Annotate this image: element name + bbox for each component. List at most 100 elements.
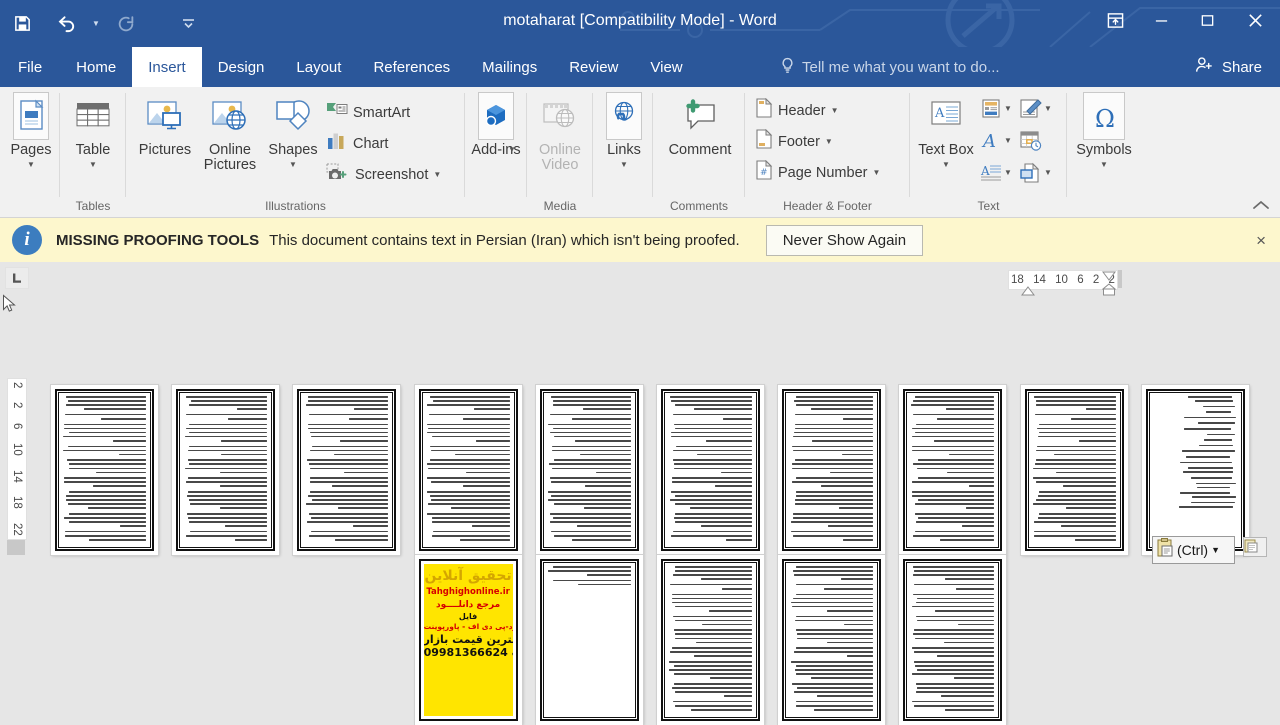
shapes-button[interactable]: Shapes ▼ (263, 93, 323, 170)
drop-cap-dropdown-icon[interactable]: ▼ (1004, 168, 1012, 177)
footer-dropdown-icon[interactable]: ▼ (825, 137, 833, 146)
page-number-dropdown-icon[interactable]: ▼ (872, 168, 880, 177)
table-button[interactable]: Table ▼ (62, 93, 124, 170)
tab-stop-left-icon[interactable] (5, 267, 29, 289)
document-page[interactable] (899, 385, 1007, 555)
document-page[interactable] (778, 555, 886, 725)
tab-home[interactable]: Home (60, 47, 132, 87)
object-dropdown-icon[interactable]: ▼ (1044, 168, 1052, 177)
redo-icon[interactable] (104, 7, 148, 41)
text-line (187, 512, 268, 515)
restore-icon[interactable] (1184, 0, 1230, 40)
undo-icon[interactable] (44, 7, 88, 41)
pages-button[interactable]: Pages ▼ (0, 92, 62, 170)
document-page[interactable] (1141, 385, 1249, 555)
paragraph (1154, 433, 1237, 436)
quick-parts-dropdown-icon[interactable]: ▼ (1004, 104, 1012, 113)
tab-review[interactable]: Review (553, 47, 634, 87)
paragraph (1033, 512, 1116, 527)
chevron-down-icon[interactable]: ▼ (1211, 545, 1220, 555)
customize-qat-icon[interactable] (180, 7, 196, 41)
addins-button[interactable]: Add-ins ▼ (465, 92, 527, 158)
screenshot-button[interactable]: Screenshot ▼ (326, 161, 441, 188)
smartart-button[interactable]: SmartArt (326, 99, 410, 126)
text-line (844, 623, 874, 626)
text-line (913, 660, 995, 663)
document-page[interactable] (778, 385, 886, 555)
ribbon-group-illustrations: Pictures Online Pictures Shapes ▼ SmartA… (126, 87, 465, 217)
header-button[interactable]: Header ▼ (755, 97, 838, 124)
wordart-button[interactable]: A (978, 128, 1004, 154)
chart-button[interactable]: Chart (326, 130, 388, 157)
table-dropdown-icon[interactable]: ▼ (89, 160, 97, 170)
addins-icon (478, 92, 514, 140)
share-label: Share (1221, 58, 1262, 76)
document-page[interactable] (535, 555, 643, 725)
text-line (427, 512, 510, 515)
signature-line-dropdown-icon[interactable]: ▼ (1044, 104, 1052, 113)
minimize-icon[interactable] (1138, 0, 1184, 40)
tab-file[interactable]: File (0, 47, 60, 87)
document-page[interactable] (172, 385, 280, 555)
never-show-again-button[interactable]: Never Show Again (765, 224, 924, 256)
document-page[interactable] (51, 385, 158, 555)
symbols-dropdown-icon[interactable]: ▼ (1100, 160, 1108, 170)
quick-parts-button[interactable] (978, 96, 1004, 122)
close-icon[interactable] (1230, 0, 1280, 40)
addins-dropdown-icon[interactable]: ▼ (508, 145, 516, 155)
document-page[interactable] (657, 385, 764, 555)
document-page[interactable] (293, 385, 401, 555)
page-number-button[interactable]: # Page Number ▼ (755, 159, 880, 186)
tab-view[interactable]: View (634, 47, 698, 87)
text-line (675, 521, 752, 523)
tab-references[interactable]: References (357, 47, 466, 87)
links-button[interactable]: Links ▼ (593, 92, 655, 170)
comment-button[interactable]: Comment (667, 93, 733, 158)
document-page[interactable] (535, 385, 643, 555)
text-box-dropdown-icon[interactable]: ▼ (942, 160, 950, 170)
online-pictures-button[interactable]: Online Pictures (196, 93, 264, 173)
vertical-ruler[interactable]: 2 2 6 10 14 18 22 (7, 378, 27, 540)
text-line (702, 623, 752, 626)
text-line (352, 525, 389, 527)
footer-button[interactable]: Footer ▼ (755, 128, 833, 155)
text-line (69, 463, 146, 465)
tab-layout[interactable]: Layout (280, 47, 357, 87)
document-page[interactable] (899, 555, 1007, 725)
drop-cap-button[interactable]: A (978, 160, 1004, 186)
links-dropdown-icon[interactable]: ▼ (620, 160, 628, 170)
share-button[interactable]: Share (1187, 47, 1270, 87)
tab-mailings[interactable]: Mailings (466, 47, 553, 87)
pages-dropdown-icon[interactable]: ▼ (27, 160, 35, 170)
document-page[interactable]: تحقیق آنلاین Tahghighonline.ir مرجع دانلــ… (414, 555, 522, 725)
document-page[interactable] (1020, 385, 1128, 555)
text-line (69, 512, 146, 515)
text-line (185, 396, 268, 398)
tab-design[interactable]: Design (202, 47, 281, 87)
tab-insert[interactable]: Insert (132, 47, 202, 87)
document-page[interactable] (657, 555, 764, 725)
text-line (474, 408, 510, 410)
close-icon[interactable]: × (1256, 231, 1266, 251)
first-line-indent-marker[interactable] (1021, 283, 1035, 301)
symbols-button[interactable]: Ω Symbols ▼ (1071, 92, 1137, 170)
undo-dropdown-icon[interactable]: ▼ (88, 7, 104, 41)
object-button[interactable] (1018, 160, 1044, 186)
collapse-ribbon-button[interactable] (1252, 199, 1270, 214)
paste-options-button[interactable]: (Ctrl) ▼ (1152, 536, 1235, 564)
text-line (1038, 490, 1116, 493)
date-time-button[interactable] (1018, 128, 1044, 154)
signature-line-button[interactable] (1018, 96, 1044, 122)
save-icon[interactable] (0, 7, 44, 41)
text-box-button[interactable]: A Text Box ▼ (918, 93, 974, 170)
ribbon-display-options-icon[interactable] (1092, 0, 1138, 40)
shapes-dropdown-icon[interactable]: ▼ (289, 160, 297, 170)
tell-me-search[interactable]: Tell me what you want to do... (780, 47, 1000, 87)
document-page[interactable] (414, 385, 522, 555)
text-line (796, 629, 874, 631)
right-indent-marker-bottom[interactable] (1101, 283, 1117, 301)
pictures-button[interactable]: Pictures (131, 93, 199, 158)
header-dropdown-icon[interactable]: ▼ (831, 106, 839, 115)
wordart-dropdown-icon[interactable]: ▼ (1004, 136, 1012, 145)
screenshot-dropdown-icon[interactable]: ▼ (433, 170, 441, 179)
